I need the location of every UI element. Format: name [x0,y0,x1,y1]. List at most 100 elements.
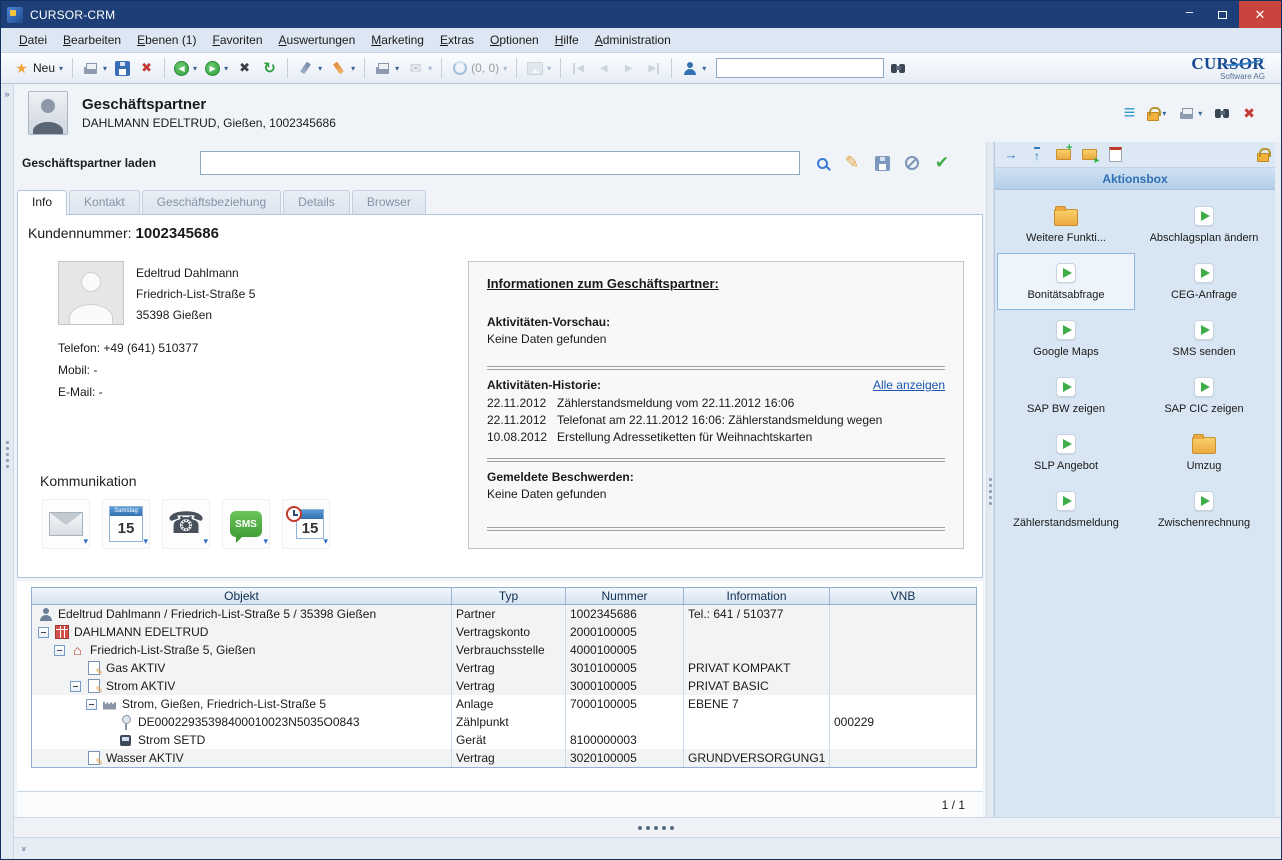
sms-button[interactable]: SMS▾ [222,499,270,549]
nav-in-button[interactable] [1001,145,1021,165]
close-record-button[interactable]: ✖ [1243,105,1255,122]
tab-browser[interactable]: Browser [352,190,426,214]
history-item[interactable]: 10.08.2012Erstellung Adressetiketten für… [487,429,945,446]
table-row[interactable]: Wasser AKTIVVertrag3020100005GRUNDVERSOR… [32,749,976,767]
table-row[interactable]: Strom AKTIVVertrag3000100005PRIVAT BASIC [32,677,976,695]
search-record-button[interactable] [1214,105,1231,122]
column-header-nummer[interactable]: Nummer [566,588,684,604]
tab-gesch-ftsbeziehung[interactable]: Geschäftsbeziehung [142,190,281,214]
menu-item-marketing[interactable]: Marketing [363,30,432,50]
expander-icon[interactable] [54,645,65,656]
close-button[interactable]: ✕ [1239,1,1281,28]
back-button[interactable]: ▾ [171,59,200,78]
toolbar-search-input[interactable] [716,58,884,78]
expander-icon[interactable] [70,681,81,692]
splitter-grip[interactable] [989,478,992,481]
person-search-button[interactable]: ▾ [678,58,709,79]
action-umzug[interactable]: Umzug [1135,424,1273,481]
folder-add-button[interactable] [1053,145,1073,165]
print-icon [82,60,99,77]
table-row[interactable]: DE00022935398400010023N5035O0843Zählpunk… [32,713,976,731]
action-weitere-funkti[interactable]: Weitere Funkti... [997,196,1135,253]
appointment-button[interactable]: 15▾ [282,499,330,549]
menu-item-bearbeiten[interactable]: Bearbeiten [55,30,129,50]
cancel-button[interactable] [233,58,256,79]
lock-button[interactable]: ▾ [1147,106,1166,121]
tab-kontakt[interactable]: Kontakt [69,190,140,214]
folder-run-button[interactable] [1079,145,1099,165]
action-google-maps[interactable]: Google Maps [997,310,1135,367]
action-slp-angebot[interactable]: SLP Angebot [997,424,1135,481]
new-button[interactable]: Neu▾ [10,58,66,79]
tools-button[interactable]: ▾ [294,58,325,79]
forward-button[interactable]: ▾ [202,59,231,78]
confirm-button[interactable]: ✔ [930,150,954,176]
send-button: ▾ [404,58,435,79]
delete-button[interactable] [135,58,158,79]
action-sms-senden[interactable]: SMS senden [1135,310,1273,367]
calendar-button[interactable]: Samstag15▾ [102,499,150,549]
history-item[interactable]: 22.11.2012Telefonat am 22.11.2012 16:06:… [487,412,945,429]
table-row[interactable]: DAHLMANN EDELTRUDVertragskonto2000100005 [32,623,976,641]
table-row[interactable]: Strom SETDGerät8100000003 [32,731,976,749]
action-abschlagsplan-ndern[interactable]: Abschlagsplan ändern [1135,196,1273,253]
calendar-small-button[interactable] [1105,145,1125,165]
column-header-objekt[interactable]: Objekt [32,588,452,604]
print-record-button[interactable]: ▾ [1178,105,1202,122]
action-sap-bw-zeigen[interactable]: SAP BW zeigen [997,367,1135,424]
tab-info[interactable]: Info [17,190,67,215]
collapse-chevron-icon[interactable]: » [20,846,30,851]
menu-item-datei[interactable]: Datei [11,30,55,50]
binoculars-icon[interactable] [890,60,907,77]
action-sap-cic-zeigen[interactable]: SAP CIC zeigen [1135,367,1273,424]
list-menu-button[interactable]: ≡ [1124,106,1136,120]
menu-item-hilfe[interactable]: Hilfe [547,30,587,50]
nav-up-button[interactable] [1027,145,1047,165]
save-record-button[interactable] [870,150,894,176]
email-button[interactable]: ▾ [42,499,90,549]
table-row[interactable]: Gas AKTIVVertrag3010100005PRIVAT KOMPAKT [32,659,976,677]
minimize-button[interactable]: – [1173,1,1206,28]
action-ceg-anfrage[interactable]: CEG-Anfrage [1135,253,1273,310]
menu-item-extras[interactable]: Extras [432,30,482,50]
column-header-vnb[interactable]: VNB [830,588,976,604]
maximize-button[interactable] [1206,1,1239,28]
expander-icon[interactable] [86,699,97,710]
cleanup-button[interactable]: ▾ [327,58,358,79]
menu-item-ebenen-1[interactable]: Ebenen (1) [129,30,204,50]
menu-item-auswertungen[interactable]: Auswertungen [271,30,364,50]
save-button[interactable] [112,59,133,78]
table-row[interactable]: Friedrich-List-Straße 5, GießenVerbrauch… [32,641,976,659]
menu-item-administration[interactable]: Administration [587,30,679,50]
expander-icon[interactable] [38,627,49,638]
history-item[interactable]: 22.11.2012Zählerstandsmeldung vom 22.11.… [487,395,945,412]
print-button[interactable]: ▾ [79,58,110,79]
column-header-typ[interactable]: Typ [452,588,566,604]
table-row[interactable]: Strom, Gießen, Friedrich-List-Straße 5An… [32,695,976,713]
left-collapse-strip[interactable]: » [1,84,14,859]
app-icon [7,7,23,23]
cancel-edit-button[interactable] [900,150,924,176]
actionbox-lock-button[interactable] [1257,147,1269,162]
action-zwischenrechnung[interactable]: Zwischenrechnung [1135,481,1273,538]
bottom-splitter[interactable] [14,817,1281,837]
action-bonit-tsabfrage[interactable]: Bonitätsabfrage [997,253,1135,310]
show-all-link[interactable]: Alle anzeigen [873,378,945,392]
menu-bar: DateiBearbeitenEbenen (1)FavoritenAuswer… [1,28,1281,53]
table-row[interactable]: Edeltrud Dahlmann / Friedrich-List-Straß… [32,605,976,623]
expand-chevron-icon[interactable]: » [4,89,9,99]
bottom-splitter-grip[interactable] [638,826,642,830]
search-button[interactable] [810,150,834,176]
loader-input[interactable] [200,151,800,175]
menu-item-optionen[interactable]: Optionen [482,30,547,50]
action-z-hlerstandsmeldung[interactable]: Zählerstandsmeldung [997,481,1135,538]
menu-item-favoriten[interactable]: Favoriten [204,30,270,50]
left-splitter-grip[interactable] [6,441,9,444]
phone-button[interactable]: ☎▾ [162,499,210,549]
tab-details[interactable]: Details [283,190,350,214]
edit-button[interactable]: ✎ [840,150,864,176]
print-list-button[interactable]: ▾ [371,58,402,79]
refresh-button[interactable] [258,58,281,79]
vertical-splitter[interactable] [986,142,994,817]
column-header-information[interactable]: Information [684,588,830,604]
